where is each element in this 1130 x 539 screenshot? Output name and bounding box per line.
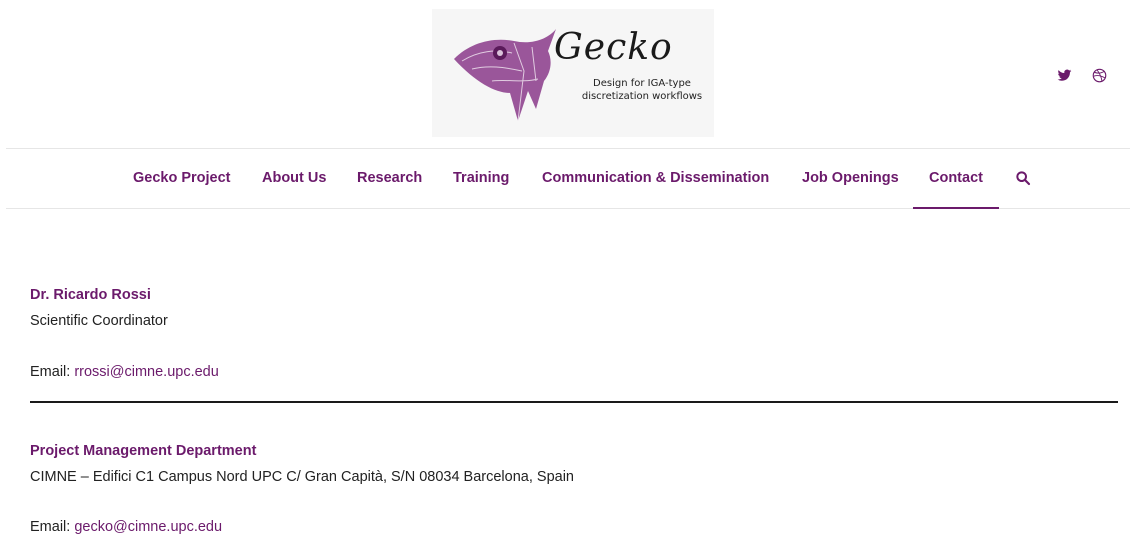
nav-item-training[interactable]: Training	[453, 149, 509, 208]
email-label: Email:	[30, 364, 71, 380]
contact-email-row-management: Email: gecko@cimne.upc.edu	[30, 519, 222, 535]
twitter-icon	[1057, 69, 1072, 81]
dribbble-link[interactable]	[1092, 68, 1107, 88]
email-label: Email:	[30, 519, 71, 535]
page: Gecko Design for IGA-type discretization…	[0, 0, 1130, 539]
contact-address-management: CIMNE – Edifici C1 Campus Nord UPC C/ Gr…	[30, 469, 574, 485]
contact-name-management: Project Management Department	[30, 443, 257, 459]
nav-item-gecko-project[interactable]: Gecko Project	[133, 149, 231, 208]
nav-item-job-openings[interactable]: Job Openings	[802, 149, 899, 208]
email-link-management[interactable]: gecko@cimne.upc.edu	[74, 519, 222, 535]
nav-search-button[interactable]	[1015, 170, 1031, 191]
logo-tagline-line1: Design for IGA-type	[593, 78, 691, 89]
twitter-link[interactable]	[1057, 68, 1072, 88]
chameleon-logo-icon	[454, 29, 556, 122]
contact-email-row-coordinator: Email: rrossi@cimne.upc.edu	[30, 364, 219, 380]
logo-tagline-line2: discretization workflows	[581, 91, 703, 102]
nav-item-communication-dissemination[interactable]: Communication & Dissemination	[542, 149, 769, 208]
search-icon	[1016, 171, 1031, 186]
site-logo[interactable]: Gecko Design for IGA-type discretization…	[432, 9, 714, 137]
nav-item-research[interactable]: Research	[357, 149, 422, 208]
main-navigation: Gecko Project About Us Research Training…	[6, 148, 1130, 209]
section-divider	[30, 401, 1118, 403]
nav-item-contact[interactable]: Contact	[913, 149, 999, 209]
logo-tagline: Design for IGA-type discretization workf…	[572, 77, 712, 103]
contact-name-coordinator: Dr. Ricardo Rossi	[30, 287, 151, 303]
site-header: Gecko Design for IGA-type discretization…	[0, 0, 1130, 148]
logo-title: Gecko	[554, 27, 673, 68]
contact-role-coordinator: Scientific Coordinator	[30, 313, 168, 329]
dribbble-icon	[1092, 68, 1107, 83]
email-link-coordinator[interactable]: rrossi@cimne.upc.edu	[74, 364, 218, 380]
nav-item-about-us[interactable]: About Us	[262, 149, 326, 208]
